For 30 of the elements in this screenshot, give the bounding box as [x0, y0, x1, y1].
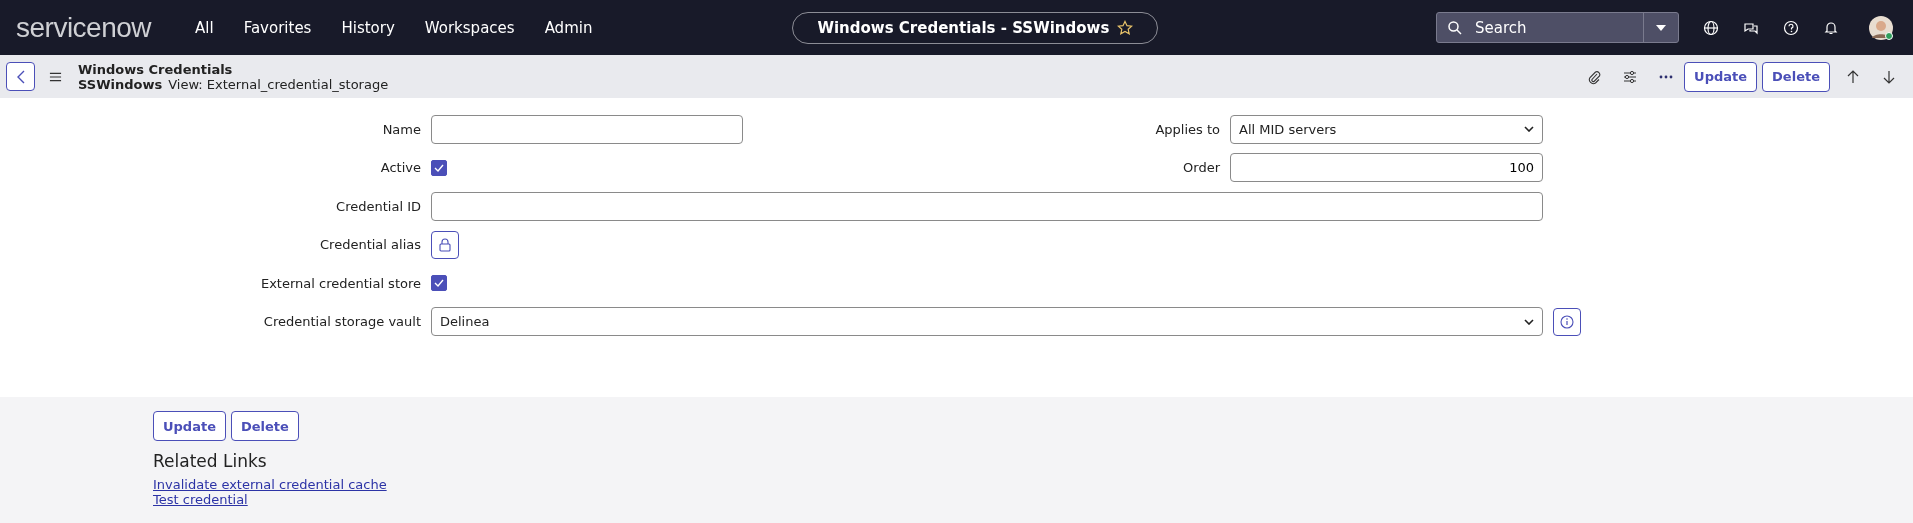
search-field[interactable]: Search	[1473, 17, 1633, 38]
nav-menu-item[interactable]: All	[195, 18, 214, 37]
select-field[interactable]: Delinea	[431, 307, 1543, 337]
view-name: View: External_credential_storage	[168, 76, 389, 92]
delete-button[interactable]: Delete	[1762, 61, 1830, 92]
field-label: Credential alias	[320, 237, 421, 253]
table-name: Windows Credentials	[78, 61, 234, 77]
delete-button[interactable]: Delete	[231, 411, 299, 441]
logo[interactable]: servicenow	[16, 11, 152, 44]
record-name: SSWindows	[78, 76, 163, 92]
related-link[interactable]: Test credential	[153, 492, 248, 507]
update-button[interactable]: Update	[153, 411, 226, 441]
nav-menu-item[interactable]: Admin	[544, 18, 593, 37]
field-label: Order	[1183, 160, 1220, 176]
field-label: Credential ID	[336, 198, 421, 214]
field-label: Active	[380, 160, 421, 176]
field-label: External credential store	[260, 275, 421, 291]
nav-menu-item[interactable]: Favorites	[243, 18, 312, 37]
field-label: Name	[382, 121, 421, 137]
related-link[interactable]: Invalidate external credential cache	[153, 477, 387, 492]
number-field[interactable]: 100	[1230, 153, 1543, 183]
field-label: Credential storage vault	[263, 314, 421, 330]
nav-menu-item[interactable]: Workspaces	[424, 18, 515, 37]
section-heading: Related Links	[153, 451, 267, 471]
select-field[interactable]: All MID servers	[1230, 114, 1543, 144]
field-label: Applies to	[1155, 121, 1220, 137]
nav-menu-item[interactable]: History	[341, 18, 395, 37]
search-bar[interactable]: Search	[1436, 12, 1679, 43]
update-button[interactable]: Update	[1684, 61, 1758, 92]
record-title: Windows Credentials - SSWindows	[817, 18, 1110, 37]
